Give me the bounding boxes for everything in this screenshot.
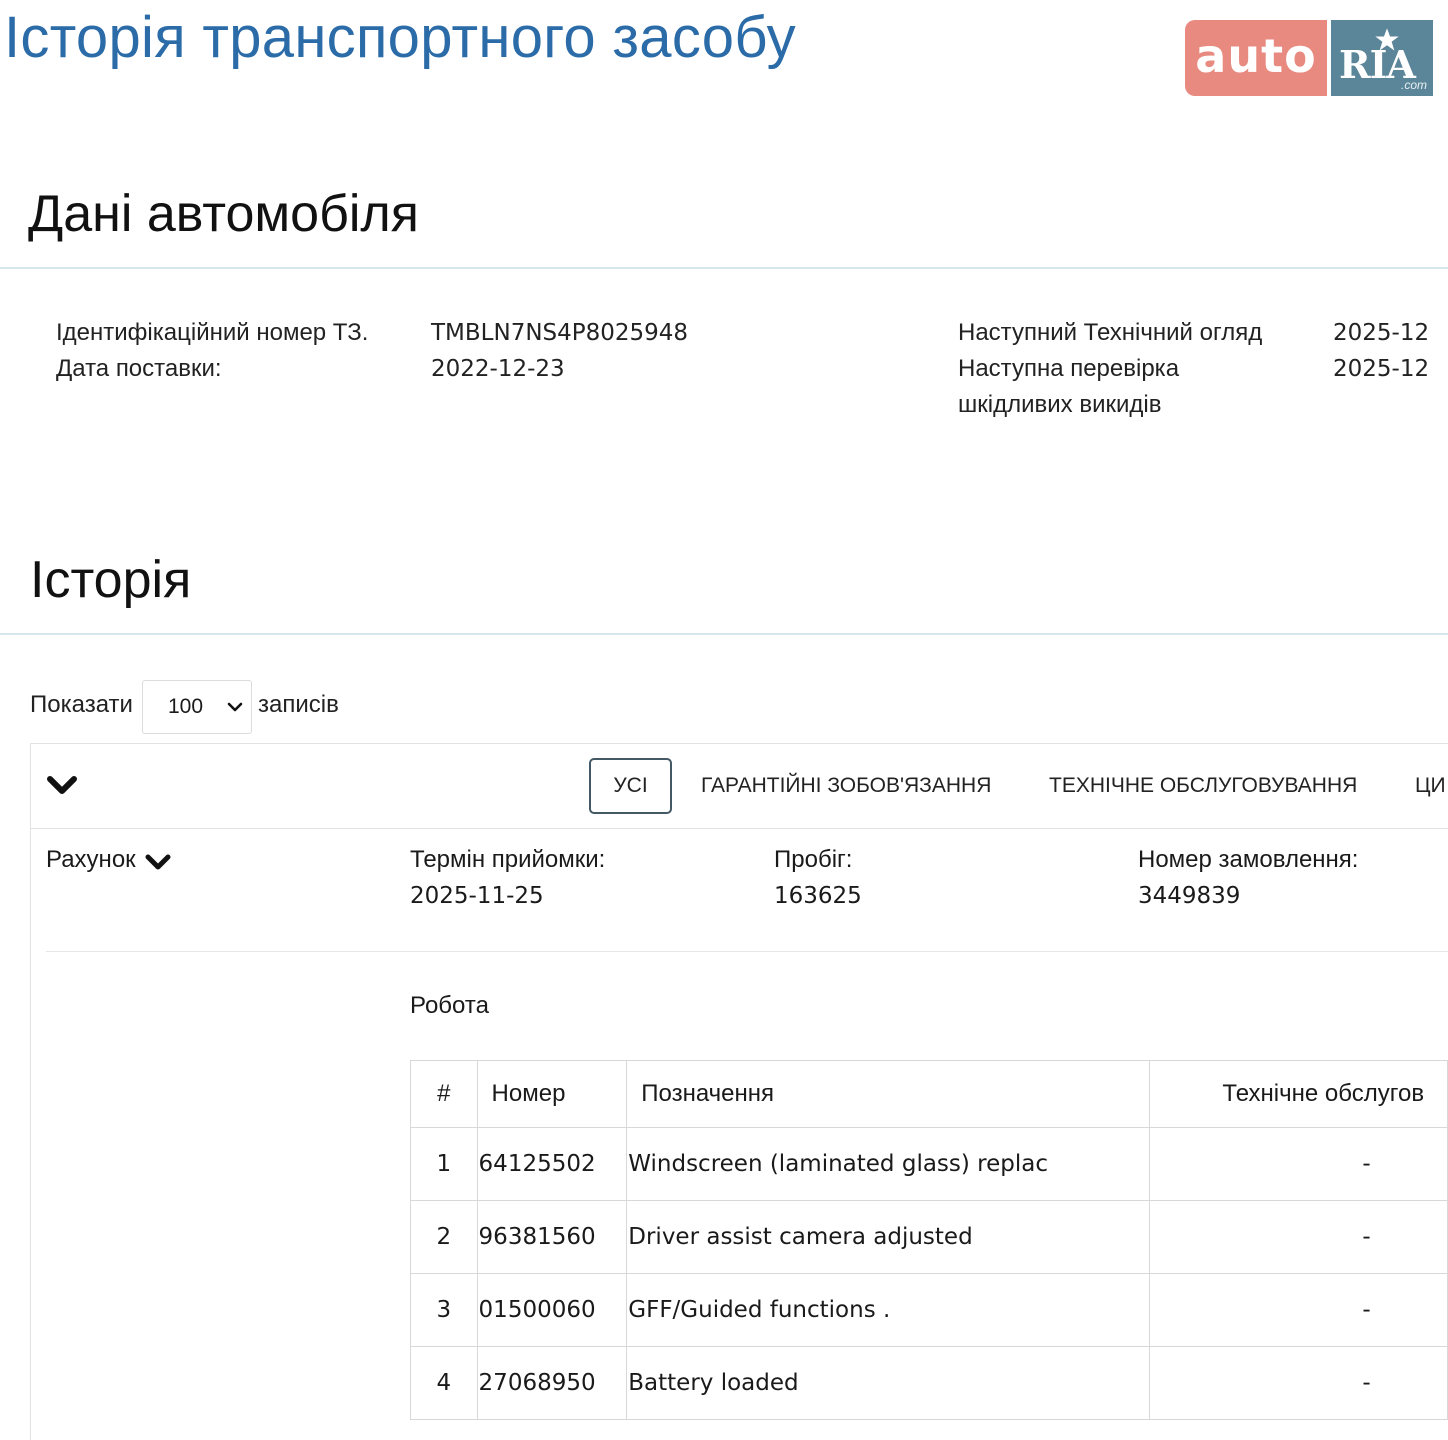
next-emission-value: 2025-12 <box>1333 356 1430 382</box>
column-header-num[interactable]: # <box>410 1060 478 1128</box>
row-num: 4 <box>410 1346 478 1420</box>
next-emission-label-line2: шкідливих викидів <box>958 391 1162 418</box>
next-inspection-label: Наступний Технічний огляд <box>958 319 1263 346</box>
row-num: 1 <box>410 1127 478 1201</box>
column-header-code[interactable]: Номер <box>476 1060 628 1128</box>
row-num: 3 <box>410 1273 478 1347</box>
delivery-date-value: 2022-12-23 <box>431 356 565 382</box>
vehicle-section-title: Дані автомобіля <box>28 185 419 243</box>
logo-com: .com <box>1400 78 1427 92</box>
row-maintenance: - <box>1149 1200 1448 1274</box>
table-header-row: # Номер Позначення Технічне обслугов <box>410 1060 1448 1128</box>
panel-header-divider <box>30 828 1448 829</box>
entry-divider <box>46 951 1448 952</box>
show-prefix-label: Показати <box>30 691 133 718</box>
acceptance-date-value: 2025-11-25 <box>410 883 544 909</box>
page-size-value: 100 <box>168 695 204 718</box>
row-code: 96381560 <box>476 1200 628 1274</box>
show-suffix-label: записів <box>258 691 339 718</box>
invoice-toggle-label[interactable]: Рахунок <box>46 846 136 874</box>
table-row: 3 01500060 GFF/Guided functions . - <box>410 1273 1448 1347</box>
row-num: 2 <box>410 1200 478 1274</box>
mileage-label: Пробіг: <box>774 846 853 873</box>
collapse-chevron-icon[interactable] <box>46 772 78 800</box>
row-code: 64125502 <box>476 1127 628 1201</box>
logo-auto: auto <box>1185 20 1327 96</box>
page-size-select[interactable]: 100 <box>142 680 252 734</box>
section-divider <box>0 633 1448 635</box>
row-description: GFF/Guided functions . <box>626 1273 1151 1347</box>
row-description: Driver assist camera adjusted <box>626 1200 1151 1274</box>
page-title: Історія транспортного засобу <box>4 5 796 70</box>
logo-ria: RIA .com <box>1331 20 1433 96</box>
section-divider <box>0 267 1448 269</box>
order-number-value: 3449839 <box>1138 883 1241 909</box>
vin-value: TMBLN7NS4P8025948 <box>431 320 689 346</box>
history-section-title: Історія <box>30 551 192 609</box>
acceptance-date-label: Термін прийомки: <box>410 846 606 873</box>
column-header-description[interactable]: Позначення <box>626 1060 1151 1128</box>
chevron-down-icon[interactable] <box>145 852 171 872</box>
row-maintenance: - <box>1149 1273 1448 1347</box>
chevron-down-icon <box>227 702 243 712</box>
filter-all-button[interactable]: УСІ <box>589 758 672 814</box>
order-number-label: Номер замовлення: <box>1138 846 1359 873</box>
row-description: Battery loaded <box>626 1346 1151 1420</box>
filter-partial-tab[interactable]: ЦИ <box>1415 758 1446 814</box>
work-section-title: Робота <box>410 992 489 1019</box>
row-code: 01500060 <box>476 1273 628 1347</box>
row-code: 27068950 <box>476 1346 628 1420</box>
filter-warranty-tab[interactable]: ГАРАНТІЙНІ ЗОБОВ'ЯЗАННЯ <box>701 758 991 814</box>
mileage-value: 163625 <box>774 883 862 909</box>
vin-label: Ідентифікаційний номер ТЗ. <box>56 319 369 346</box>
row-maintenance: - <box>1149 1127 1448 1201</box>
column-header-maintenance[interactable]: Технічне обслугов <box>1149 1060 1448 1128</box>
delivery-date-label: Дата поставки: <box>56 355 222 382</box>
row-description: Windscreen (laminated glass) replac <box>626 1127 1151 1201</box>
table-row: 1 64125502 Windscreen (laminated glass) … <box>410 1127 1448 1201</box>
next-inspection-value: 2025-12 <box>1333 320 1430 346</box>
table-row: 2 96381560 Driver assist camera adjusted… <box>410 1200 1448 1274</box>
filter-maintenance-tab[interactable]: ТЕХНІЧНЕ ОБСЛУГОВУВАННЯ <box>1049 758 1357 814</box>
next-emission-label-line1: Наступна перевірка <box>958 355 1180 382</box>
work-table: # Номер Позначення Технічне обслугов 1 6… <box>410 1060 1448 1420</box>
table-row: 4 27068950 Battery loaded - <box>410 1346 1448 1420</box>
row-maintenance: - <box>1149 1346 1448 1420</box>
autoria-logo[interactable]: auto RIA .com <box>1185 20 1433 96</box>
